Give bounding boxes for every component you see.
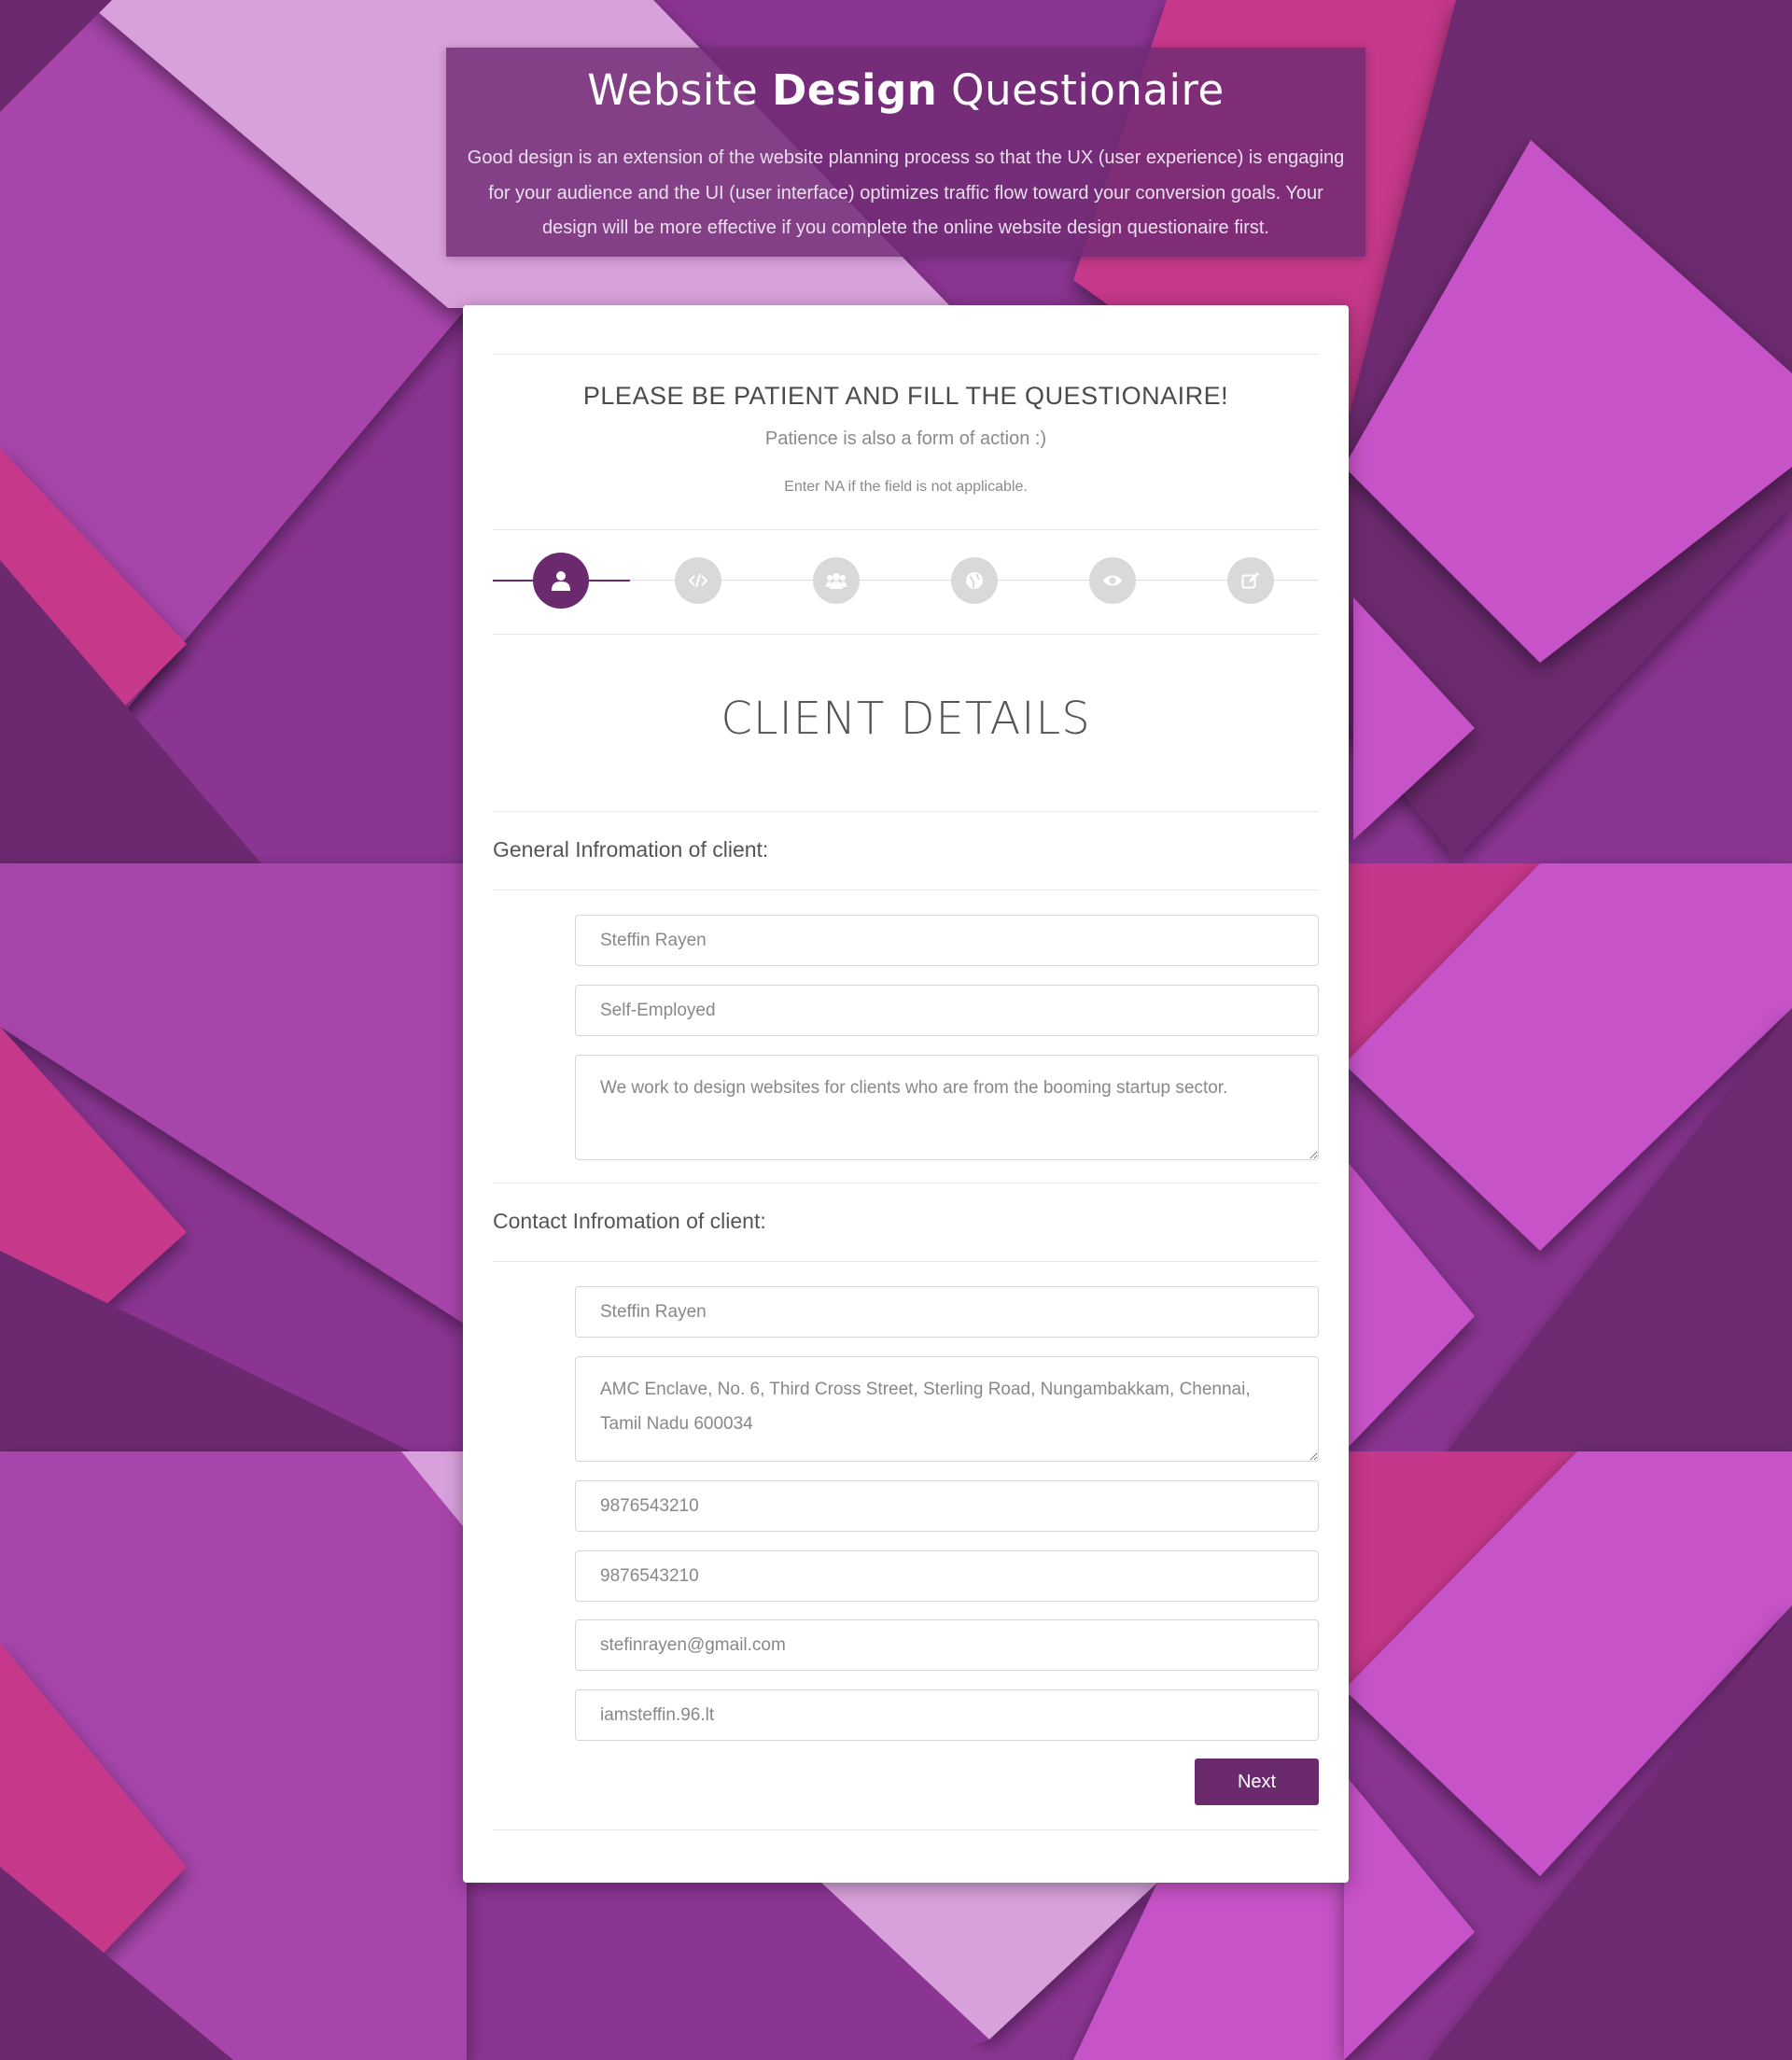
page-description: Good design is an extension of the websi… <box>467 147 1345 238</box>
eye-icon <box>1103 575 1122 586</box>
edit-icon <box>1241 572 1259 589</box>
step-review[interactable] <box>1227 557 1274 604</box>
email-input[interactable] <box>575 1619 1319 1671</box>
contact-info-label: Contact Infromation of client: <box>493 1209 766 1233</box>
questionnaire-card: PLEASE BE PATIENT AND FILL THE QUESTIONA… <box>463 305 1349 1883</box>
divider <box>493 354 1319 355</box>
intro-note: Enter NA if the field is not applicable. <box>784 479 1028 495</box>
code-icon <box>689 573 707 588</box>
divider <box>493 1183 1319 1184</box>
step-technical[interactable] <box>675 557 721 604</box>
users-icon <box>826 573 847 589</box>
progress-steps <box>493 553 1319 609</box>
intro-subheading: Patience is also a form of action :) <box>764 428 1047 449</box>
about-textarea[interactable]: We work to design websites for clients w… <box>575 1055 1319 1160</box>
step-design[interactable] <box>1089 557 1136 604</box>
divider <box>493 634 1319 635</box>
address-textarea[interactable]: AMC Enclave, No. 6, Third Cross Street, … <box>575 1356 1319 1462</box>
website-input[interactable] <box>575 1689 1319 1741</box>
client-name-input[interactable] <box>575 915 1319 966</box>
next-button[interactable]: Next <box>1195 1759 1319 1805</box>
globe-icon <box>966 572 983 589</box>
contact-name-input[interactable] <box>575 1286 1319 1338</box>
general-info-label: General Infromation of client: <box>493 837 769 862</box>
section-title: CLIENT DETAILS <box>721 693 1091 745</box>
phone-input[interactable] <box>575 1480 1319 1532</box>
step-domain[interactable] <box>951 557 998 604</box>
divider <box>493 811 1319 812</box>
divider <box>493 529 1319 530</box>
page-header: Website Design Questionaire Good design … <box>446 48 1365 257</box>
step-audience[interactable] <box>813 557 860 604</box>
intro-heading: PLEASE BE PATIENT AND FILL THE QUESTIONA… <box>582 382 1229 410</box>
user-icon <box>552 571 570 591</box>
page-title: Website Design Questionaire <box>587 65 1225 115</box>
occupation-input[interactable] <box>575 985 1319 1036</box>
divider <box>493 1261 1319 1262</box>
divider <box>493 1829 1319 1830</box>
step-client-details[interactable] <box>533 553 589 609</box>
mobile-input[interactable] <box>575 1550 1319 1602</box>
